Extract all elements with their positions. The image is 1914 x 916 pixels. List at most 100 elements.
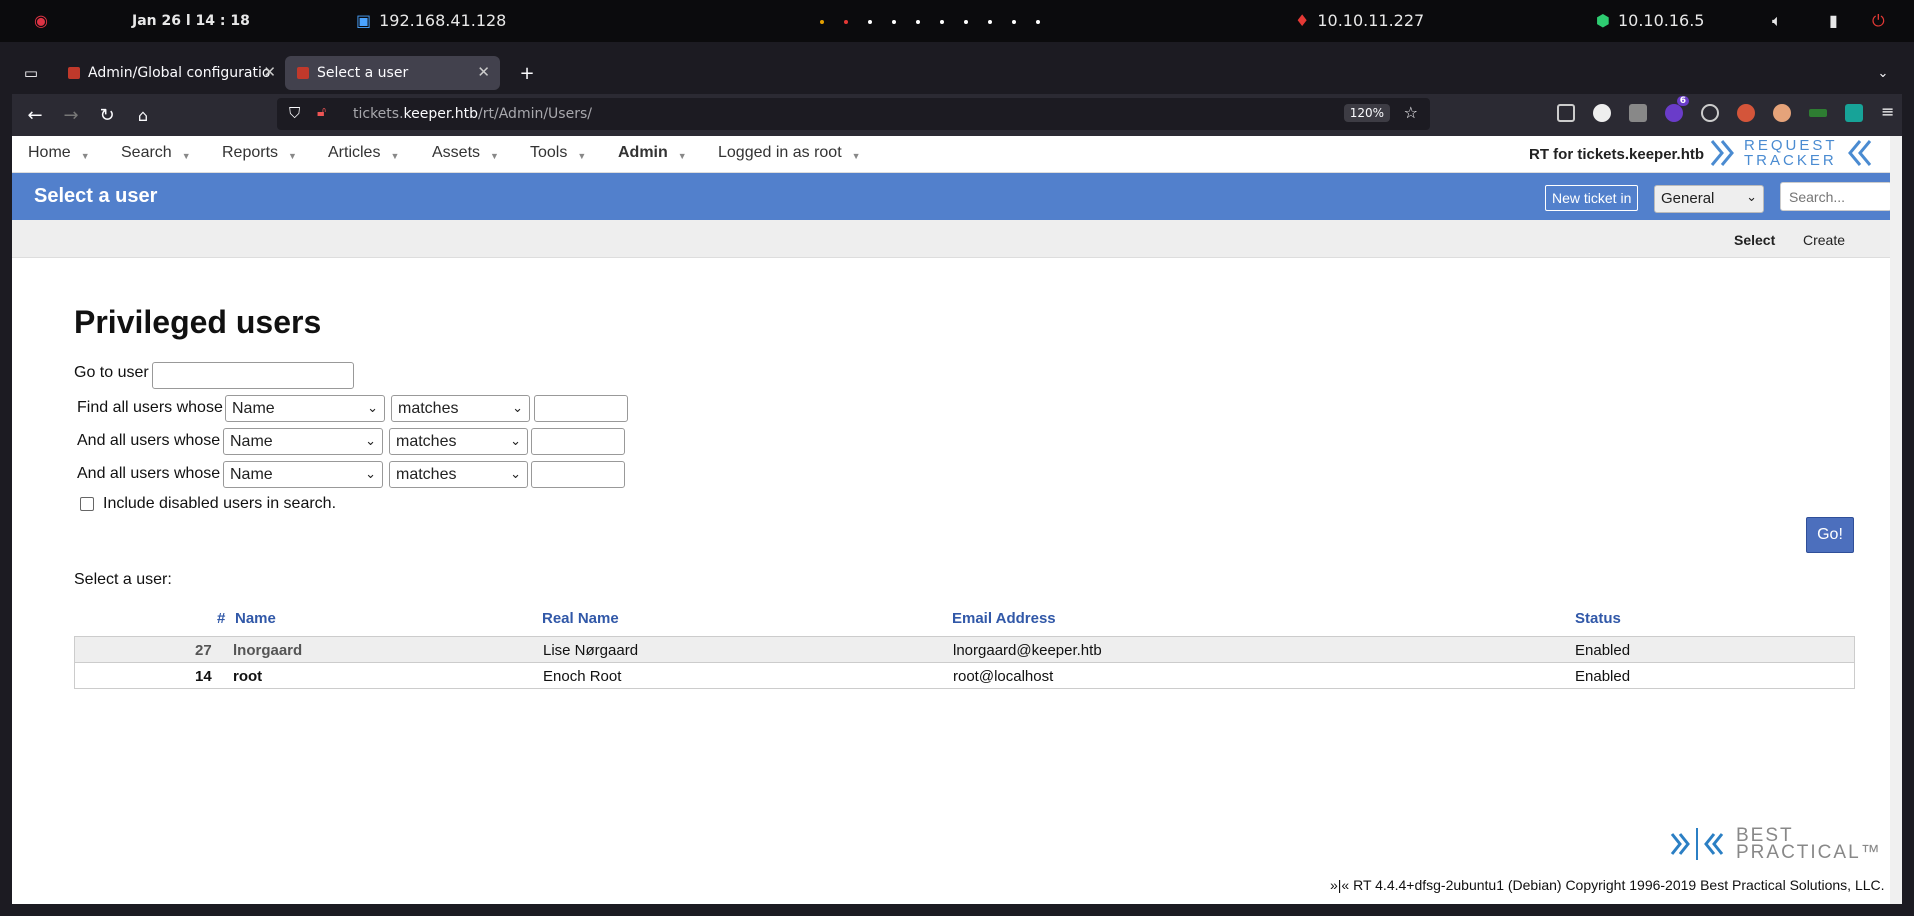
- go-button[interactable]: Go!: [1806, 517, 1854, 553]
- menu-tools[interactable]: Tools ▼: [530, 144, 586, 162]
- extension-toolbar: 6 ≡: [1557, 96, 1899, 122]
- tab-label: Admin/Global configuratio: [88, 65, 271, 81]
- caret-down-icon: ▼: [577, 151, 587, 161]
- url-bar[interactable]: ⛉ 🔓︎ tickets.keeper.htb/rt/Admin/Users/ …: [277, 98, 1430, 130]
- footer-copyright: »|« RT 4.4.4+dfsg-2ubuntu1 (Debian) Copy…: [1330, 877, 1885, 893]
- back-icon[interactable]: ←: [22, 102, 48, 128]
- rt-logo[interactable]: REQUEST TRACKER: [1710, 138, 1872, 168]
- filter-op-select[interactable]: matches ⌄: [389, 428, 528, 455]
- filter-value-input[interactable]: [531, 461, 625, 488]
- volume-icon[interactable]: 🔈︎: [1772, 11, 1782, 31]
- green-ext-icon[interactable]: [1809, 109, 1827, 117]
- menu-reports[interactable]: Reports ▼: [222, 144, 297, 162]
- rt-favicon-icon: [68, 67, 80, 79]
- user-name-link[interactable]: lnorgaard: [233, 642, 302, 659]
- menu-admin[interactable]: Admin ▼: [618, 144, 687, 162]
- caret-down-icon: ▼: [288, 151, 297, 161]
- extensions-icon[interactable]: [1629, 104, 1647, 122]
- menu-label: Tools: [530, 144, 568, 161]
- hamburger-menu-icon[interactable]: ≡: [1881, 104, 1899, 122]
- insecure-lock-icon[interactable]: 🔓︎: [317, 104, 326, 120]
- goto-user-input[interactable]: [152, 362, 354, 389]
- user-real-name: Enoch Root: [543, 668, 622, 685]
- shield-icon[interactable]: ⛉: [289, 104, 300, 122]
- menu-logged-in[interactable]: Logged in as root ▼: [718, 144, 861, 162]
- mail-ext-icon[interactable]: [1845, 104, 1863, 122]
- close-tab-icon[interactable]: ✕: [263, 63, 276, 81]
- chevron-down-icon: ⌄: [1746, 189, 1757, 204]
- chevron-down-icon: ⌄: [365, 466, 376, 481]
- list-all-tabs-icon[interactable]: ⌄: [1870, 60, 1896, 86]
- page-scrollbar[interactable]: [1890, 136, 1902, 904]
- menu-label: Admin: [618, 144, 668, 161]
- search-input[interactable]: [1780, 182, 1892, 211]
- filter-value-input[interactable]: [531, 428, 625, 455]
- vpn-ip: 192.168.41.128: [379, 11, 507, 30]
- filter-op-select[interactable]: matches ⌄: [389, 461, 528, 488]
- fingerprint-icon[interactable]: ◉: [34, 11, 48, 30]
- rt-page: Home ▼ Search ▼ Reports ▼ Articles ▼ Assets ▼…: [12, 136, 1902, 904]
- network-icon: ⬢: [1596, 11, 1610, 30]
- select-value: matches: [396, 466, 457, 483]
- column-header-email[interactable]: Email Address: [952, 610, 1056, 627]
- tab-global-config[interactable]: Admin/Global configuratio ✕: [56, 56, 286, 90]
- filter-label: And all users whose: [77, 432, 221, 449]
- face-icon[interactable]: [1773, 104, 1791, 122]
- bookmark-star-icon[interactable]: ☆: [1404, 103, 1418, 122]
- logo-word-request: REQUEST: [1744, 137, 1838, 154]
- new-ticket-button[interactable]: New ticket in: [1545, 185, 1639, 211]
- yandex-icon[interactable]: [1593, 104, 1611, 122]
- menu-articles[interactable]: Articles ▼: [328, 144, 399, 162]
- best-practical-logo[interactable]: BEST PRACTICAL™: [1670, 824, 1882, 864]
- table-row[interactable]: 14 root Enoch Root root@localhost Enable…: [74, 662, 1855, 689]
- caret-down-icon: ▼: [677, 151, 687, 161]
- include-disabled-checkbox[interactable]: [80, 497, 94, 511]
- menu-home[interactable]: Home ▼: [28, 144, 90, 162]
- menu-label: Articles: [328, 144, 381, 161]
- extension-badge-icon[interactable]: 6: [1665, 96, 1689, 122]
- filter-value-input[interactable]: [534, 395, 628, 422]
- bp-chevrons-icon: [1670, 828, 1724, 860]
- cookie-icon[interactable]: [1701, 104, 1719, 122]
- filter-field-select[interactable]: Name ⌄: [225, 395, 385, 422]
- workspace-dots[interactable]: [820, 20, 1040, 24]
- datetime: Jan 26 l 14 : 18: [132, 13, 250, 29]
- select-value: Name: [232, 400, 275, 417]
- menu-assets[interactable]: Assets ▼: [432, 144, 499, 162]
- column-header-name[interactable]: Name: [235, 610, 276, 627]
- home-icon[interactable]: ⌂: [130, 102, 156, 128]
- url-text[interactable]: tickets.keeper.htb/rt/Admin/Users/: [353, 106, 592, 122]
- caret-down-icon: ▼: [181, 151, 191, 161]
- tab-select-user[interactable]: Select a user ✕: [285, 56, 500, 90]
- extension-badge: 6: [1676, 96, 1689, 106]
- select-value: Name: [230, 433, 273, 450]
- reload-icon[interactable]: ↻: [94, 102, 120, 128]
- system-top-bar: ◉ Jan 26 l 14 : 18 ▣ 192.168.41.128 ♦ 10.1…: [0, 0, 1914, 42]
- navigation-bar: ← → ↻ ⌂ ⛉ 🔓︎ tickets.keeper.htb/rt/Admin…: [12, 94, 1902, 136]
- pocket-icon[interactable]: [1557, 104, 1575, 122]
- power-icon[interactable]: ⏻: [1872, 11, 1885, 31]
- new-tab-icon[interactable]: +: [514, 60, 540, 86]
- column-header-status[interactable]: Status: [1575, 610, 1621, 627]
- tab-list-icon[interactable]: ▭: [18, 60, 44, 86]
- close-tab-icon[interactable]: ✕: [477, 63, 490, 81]
- tun-indicator: ⬢ 10.10.16.5: [1596, 11, 1704, 30]
- user-name-link[interactable]: root: [233, 668, 262, 685]
- caret-down-icon: ▼: [851, 151, 861, 161]
- filter-op-select[interactable]: matches ⌄: [391, 395, 530, 422]
- zoom-level[interactable]: 120%: [1343, 104, 1390, 122]
- devtools-icon[interactable]: [1737, 104, 1755, 122]
- filter-field-select[interactable]: Name ⌄: [223, 428, 383, 455]
- filter-field-select[interactable]: Name ⌄: [223, 461, 383, 488]
- column-header-id[interactable]: #: [217, 610, 225, 627]
- column-header-real-name[interactable]: Real Name: [542, 610, 619, 627]
- select-value: matches: [396, 433, 457, 450]
- table-row[interactable]: 27 lnorgaard Lise Nørgaard lnorgaard@kee…: [74, 636, 1855, 663]
- subtab-select[interactable]: Select: [1734, 232, 1775, 248]
- queue-value: General: [1661, 190, 1715, 207]
- forward-icon[interactable]: →: [58, 102, 84, 128]
- battery-icon[interactable]: ▮: [1829, 11, 1838, 30]
- queue-select[interactable]: General ⌄: [1654, 185, 1764, 213]
- menu-search[interactable]: Search ▼: [121, 144, 191, 162]
- subtab-create[interactable]: Create: [1803, 232, 1845, 248]
